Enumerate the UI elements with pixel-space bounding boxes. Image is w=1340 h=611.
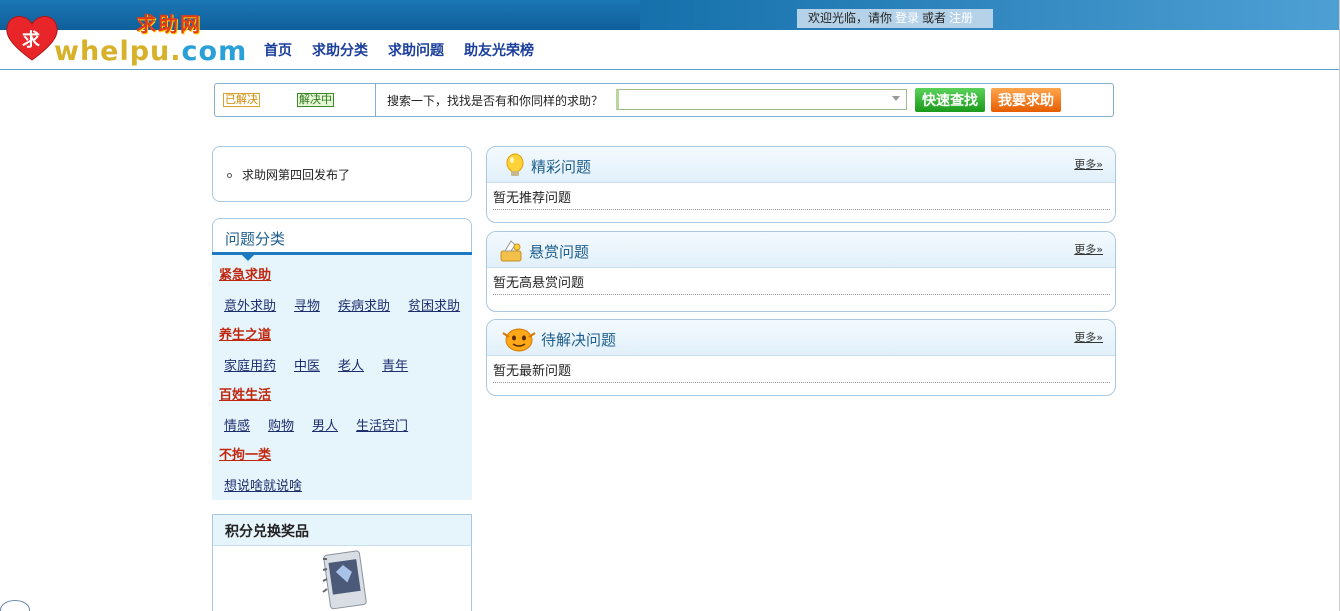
header-divider bbox=[0, 69, 1340, 70]
category-body: 紧急求助 意外求助 寻物 疾病求助 贫困求助 养生之道 家庭用药 中医 老人 青… bbox=[212, 255, 472, 500]
category-group[interactable]: 百姓生活 bbox=[219, 384, 271, 403]
nav-categories[interactable]: 求助分类 bbox=[312, 40, 368, 60]
category-sub-link[interactable]: 中医 bbox=[294, 355, 320, 374]
logo-en-part2: com bbox=[181, 36, 248, 67]
category-arrow-icon bbox=[242, 255, 254, 261]
search-input[interactable] bbox=[616, 89, 907, 110]
category-group[interactable]: 养生之道 bbox=[219, 324, 271, 343]
register-link[interactable]: 注册 bbox=[949, 11, 973, 25]
category-header: 问题分类 bbox=[212, 218, 472, 254]
category-sub-link[interactable]: 意外求助 bbox=[224, 295, 276, 314]
question-box-title: 精彩问题 bbox=[531, 158, 592, 176]
main-nav: 首页 求助分类 求助问题 助友光荣榜 bbox=[264, 40, 554, 60]
category-group[interactable]: 紧急求助 bbox=[219, 264, 271, 283]
category-subs: 情感 购物 男人 生活窍门 bbox=[224, 415, 408, 434]
question-box-header: 精彩问题 更多» bbox=[487, 147, 1115, 183]
reward-icon bbox=[500, 240, 522, 262]
category-sub-link[interactable]: 想说啥就说啥 bbox=[224, 475, 302, 494]
site-logo[interactable]: 求 求助网 whelpu.com bbox=[4, 6, 254, 68]
category-panel: 问题分类 紧急求助 意外求助 寻物 疾病求助 贫困求助 养生之道 家庭用药 中医… bbox=[212, 218, 472, 500]
category-sub-link[interactable]: 家庭用药 bbox=[224, 355, 276, 374]
site-header: 求 求助网 whelpu.com 欢迎光临，请你 登录 或者 注册 首页 求助分类 求… bbox=[0, 0, 1340, 70]
featured-questions-box: 精彩问题 更多» 暂无推荐问题 bbox=[486, 146, 1116, 223]
corner-arc bbox=[0, 600, 30, 611]
category-subs: 意外求助 寻物 疾病求助 贫困求助 bbox=[224, 295, 460, 314]
welcome-box: 欢迎光临，请你 登录 或者 注册 bbox=[797, 9, 993, 28]
smiley-icon bbox=[502, 328, 536, 352]
reward-questions-box: 悬赏问题 更多» 暂无高悬赏问题 bbox=[486, 231, 1116, 312]
quick-search-button[interactable]: 快速查找 bbox=[915, 88, 985, 112]
more-link[interactable]: 更多» bbox=[1074, 329, 1103, 345]
category-sub-link[interactable]: 老人 bbox=[338, 355, 364, 374]
status-filter: 已解决 解决中 bbox=[215, 84, 376, 116]
prize-title: 积分兑换奖品 bbox=[225, 524, 309, 540]
prize-panel: 积分兑换奖品 bbox=[212, 514, 472, 611]
more-link[interactable]: 更多» bbox=[1074, 156, 1103, 172]
login-link[interactable]: 登录 bbox=[895, 11, 919, 25]
category-sub-link[interactable]: 情感 bbox=[224, 415, 250, 434]
category-group[interactable]: 不拘一类 bbox=[219, 444, 271, 463]
category-subs: 想说啥就说啥 bbox=[224, 475, 302, 494]
logo-english-name: whelpu.com bbox=[54, 36, 247, 67]
notebook-icon[interactable] bbox=[319, 549, 369, 611]
filter-solving[interactable]: 解决中 bbox=[297, 93, 334, 107]
question-box-title: 悬赏问题 bbox=[529, 243, 590, 261]
filter-solved[interactable]: 已解决 bbox=[223, 93, 260, 107]
logo-en-part1: whelpu. bbox=[54, 36, 182, 67]
question-box-header: 悬赏问题 更多» bbox=[487, 232, 1115, 268]
category-sub-link[interactable]: 购物 bbox=[268, 415, 294, 434]
logo-heart-char: 求 bbox=[22, 30, 40, 51]
empty-message: 暂无高悬赏问题 bbox=[493, 272, 1110, 295]
bullet-icon bbox=[227, 173, 232, 178]
search-prompt: 搜索一下，找找是否有和你同样的求助？ bbox=[387, 94, 604, 108]
or-text: 或者 bbox=[922, 11, 947, 25]
nav-home[interactable]: 首页 bbox=[264, 40, 292, 60]
category-title: 问题分类 bbox=[225, 230, 286, 248]
ask-help-button[interactable]: 我要求助 bbox=[991, 88, 1061, 112]
lightbulb-icon bbox=[506, 153, 524, 176]
category-sub-link[interactable]: 生活窍门 bbox=[356, 415, 408, 434]
empty-message: 暂无推荐问题 bbox=[493, 187, 1110, 210]
nav-honor-roll[interactable]: 助友光荣榜 bbox=[464, 40, 534, 60]
nav-questions[interactable]: 求助问题 bbox=[388, 40, 444, 60]
notice-text: 求助网第四回发布了 bbox=[242, 168, 351, 182]
category-subs: 家庭用药 中医 老人 青年 bbox=[224, 355, 408, 374]
pending-questions-box: 待解决问题 更多» 暂无最新问题 bbox=[486, 319, 1116, 396]
notice-item[interactable]: 求助网第四回发布了 bbox=[227, 166, 350, 183]
category-sub-link[interactable]: 寻物 bbox=[294, 295, 320, 314]
chevron-down-icon[interactable] bbox=[892, 96, 900, 101]
prize-header: 积分兑换奖品 bbox=[213, 515, 471, 546]
question-box-header: 待解决问题 更多» bbox=[487, 320, 1115, 356]
notice-panel: 求助网第四回发布了 bbox=[212, 146, 472, 202]
welcome-text: 欢迎光临，请你 bbox=[808, 11, 893, 25]
logo-chinese-name: 求助网 bbox=[136, 12, 202, 36]
category-sub-link[interactable]: 男人 bbox=[312, 415, 338, 434]
category-sub-link[interactable]: 疾病求助 bbox=[338, 295, 390, 314]
question-box-title: 待解决问题 bbox=[541, 331, 617, 349]
category-sub-link[interactable]: 青年 bbox=[382, 355, 408, 374]
category-sub-link[interactable]: 贫困求助 bbox=[408, 295, 460, 314]
more-link[interactable]: 更多» bbox=[1074, 241, 1103, 257]
empty-message: 暂无最新问题 bbox=[493, 360, 1110, 383]
search-bar: 已解决 解决中 搜索一下，找找是否有和你同样的求助？ 快速查找 我要求助 bbox=[214, 83, 1114, 117]
